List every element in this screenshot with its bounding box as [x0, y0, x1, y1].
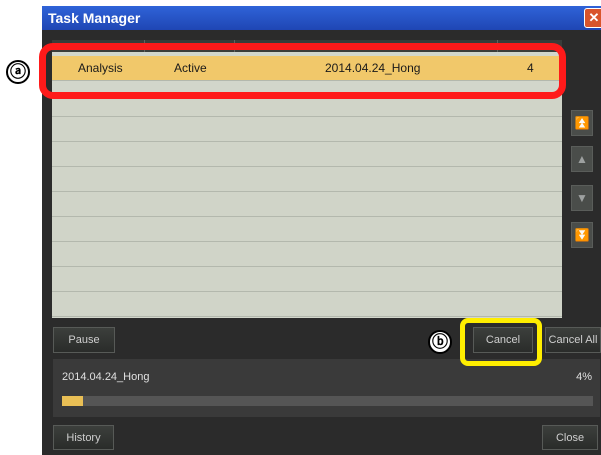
cancel-all-button[interactable]: Cancel All — [545, 327, 601, 353]
progress-percent: 4% — [576, 371, 592, 383]
pause-button[interactable]: Pause — [53, 327, 115, 353]
task-table: Analysis Active 2014.04.24_Hong 4 — [52, 40, 562, 318]
table-row[interactable] — [52, 292, 562, 317]
move-top-button[interactable]: ⏫ — [571, 110, 593, 136]
table-row[interactable] — [52, 192, 562, 217]
move-up-button[interactable]: ▲ — [571, 146, 593, 172]
move-top-icon: ⏫ — [574, 116, 590, 130]
table-row[interactable] — [52, 267, 562, 292]
annotation-highlight-b — [460, 318, 542, 366]
window-close-icon[interactable]: ✕ — [584, 8, 601, 28]
cell-count: 4 — [527, 61, 534, 75]
table-row[interactable] — [52, 92, 562, 117]
move-bottom-icon: ⏬ — [574, 228, 590, 242]
table-header — [52, 40, 562, 52]
table-row[interactable] — [52, 242, 562, 267]
window-title: Task Manager — [48, 10, 141, 26]
table-row[interactable] — [52, 142, 562, 167]
title-bar[interactable]: Task Manager ✕ — [42, 6, 601, 30]
close-button[interactable]: Close — [542, 425, 598, 450]
table-row-selected[interactable]: Analysis Active 2014.04.24_Hong 4 — [52, 56, 562, 81]
move-up-icon: ▲ — [576, 152, 588, 166]
move-down-icon: ▼ — [576, 191, 588, 205]
annotation-label-b: ⓑ — [428, 330, 452, 354]
table-row[interactable] — [52, 167, 562, 192]
progress-panel: 2014.04.24_Hong 4% — [53, 359, 600, 417]
progress-bar — [62, 396, 593, 406]
annotation-label-a: ⓐ — [6, 60, 30, 84]
progress-bar-fill — [62, 396, 83, 406]
history-button[interactable]: History — [53, 425, 114, 450]
table-row[interactable] — [52, 117, 562, 142]
cell-name: Analysis — [78, 61, 123, 75]
cell-task: 2014.04.24_Hong — [325, 61, 421, 75]
cell-status: Active — [174, 61, 207, 75]
move-down-button[interactable]: ▼ — [571, 185, 593, 211]
progress-task-name: 2014.04.24_Hong — [62, 371, 150, 383]
table-row[interactable] — [52, 217, 562, 242]
move-bottom-button[interactable]: ⏬ — [571, 222, 593, 248]
